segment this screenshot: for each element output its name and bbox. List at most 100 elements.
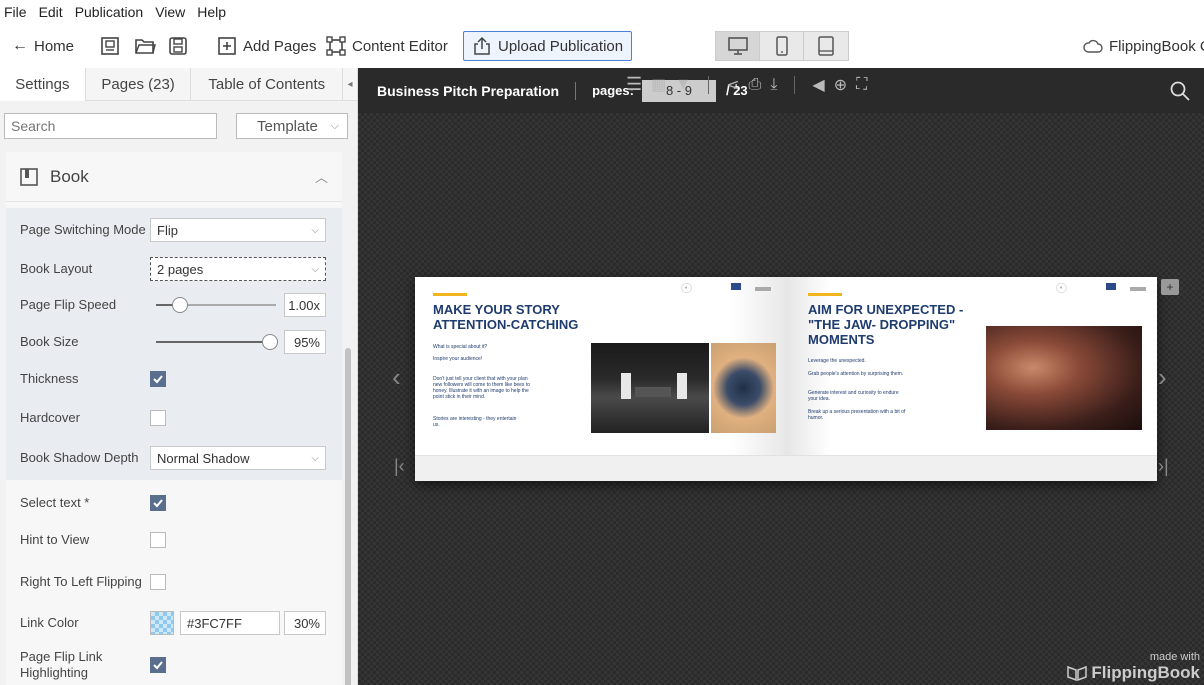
right-to-left-checkbox[interactable] bbox=[150, 574, 166, 590]
open-folder-button[interactable] bbox=[134, 32, 156, 60]
book-size-value[interactable]: 95% bbox=[284, 330, 326, 354]
search-input[interactable] bbox=[4, 113, 217, 139]
content-editor-label: Content Editor bbox=[352, 37, 448, 55]
list-icon[interactable]: ☰ bbox=[626, 74, 642, 95]
publication-title: Business Pitch Preparation bbox=[377, 82, 560, 99]
tab-settings[interactable]: Settings bbox=[0, 68, 86, 101]
sound-icon[interactable]: ◀ bbox=[812, 75, 824, 95]
checkmark-icon bbox=[153, 375, 163, 384]
setting-page-switching-mode: Page Switching Mode Flip ⌵ bbox=[6, 208, 342, 252]
notes-icon[interactable]: ▼ bbox=[675, 76, 691, 94]
upload-publication-button[interactable]: Upload Publication bbox=[463, 31, 633, 61]
setting-right-to-left: Right To Left Flipping bbox=[6, 558, 342, 606]
hardcover-label: Hardcover bbox=[20, 410, 80, 425]
table-shape bbox=[635, 387, 671, 397]
page-flip-speed-value[interactable]: 1.00x bbox=[284, 293, 326, 317]
chevron-up-icon: ︿ bbox=[314, 170, 328, 185]
zoom-in-icon[interactable]: ⊕ bbox=[834, 75, 847, 95]
thickness-checkbox[interactable] bbox=[150, 371, 166, 387]
book-size-slider[interactable] bbox=[156, 334, 278, 350]
menu-publication[interactable]: Publication bbox=[71, 4, 152, 20]
menu-edit[interactable]: Edit bbox=[35, 4, 71, 20]
made-with-badge[interactable]: made with FlippingBook bbox=[1067, 651, 1200, 683]
book-shadow-depth-select[interactable]: Normal Shadow ⌵ bbox=[150, 446, 326, 470]
book-viewer: Business Pitch Preparation pages: 8 - 9 … bbox=[358, 68, 1204, 685]
book-section-title: Book bbox=[50, 166, 89, 186]
desktop-view-button[interactable] bbox=[716, 32, 760, 60]
settings-panel: Settings Pages (23) Table of Contents ◂ … bbox=[0, 68, 358, 685]
book-settings-group: Page Switching Mode Flip ⌵ Book Layout 2… bbox=[6, 208, 342, 480]
page-flip-speed-slider[interactable] bbox=[156, 297, 276, 313]
thumbnails-icon[interactable]: ▦ bbox=[651, 75, 666, 95]
setting-select-text: Select text * bbox=[6, 484, 342, 522]
menu-view[interactable]: View bbox=[151, 4, 193, 20]
add-pages-button[interactable]: Add Pages bbox=[217, 32, 316, 60]
abstract-photo bbox=[711, 343, 776, 433]
hint-to-view-checkbox[interactable] bbox=[150, 532, 166, 548]
book-layout-select[interactable]: 2 pages ⌵ bbox=[150, 257, 326, 281]
book-shadow-depth-label: Book Shadow Depth bbox=[20, 450, 139, 465]
partner-logo bbox=[1130, 287, 1146, 291]
add-note-icon[interactable]: + bbox=[1161, 279, 1179, 295]
page-flip-link-checkbox[interactable] bbox=[150, 657, 166, 673]
upload-icon bbox=[474, 36, 490, 55]
setting-page-flip-link: Page Flip Link Highlighting bbox=[6, 640, 342, 685]
chevron-down-icon: ⌵ bbox=[330, 119, 339, 132]
tab-table-of-contents[interactable]: Table of Contents bbox=[191, 68, 344, 101]
previous-page-icon[interactable]: ‹ bbox=[392, 362, 401, 393]
tablet-view-button[interactable] bbox=[804, 32, 848, 60]
first-page-icon[interactable]: |‹ bbox=[394, 456, 405, 477]
template-select[interactable]: Template ⌵ bbox=[236, 113, 348, 139]
slider-handle[interactable] bbox=[262, 334, 278, 350]
hardcover-checkbox[interactable] bbox=[150, 410, 166, 426]
setting-link-color: Link Color #3FC7FF 30% bbox=[6, 606, 342, 640]
right-page[interactable]: ◐ AIM FOR UNEXPECTED -"THE JAW- DROPPING… bbox=[786, 277, 1157, 481]
home-button[interactable]: ← Home bbox=[12, 32, 74, 60]
menu-help[interactable]: Help bbox=[193, 4, 234, 20]
link-color-opacity[interactable]: 30% bbox=[284, 611, 326, 635]
banner-shape bbox=[677, 373, 687, 399]
left-page-text-4: Stories are interesting - they entertain… bbox=[433, 416, 517, 428]
publication-icon bbox=[101, 37, 119, 55]
download-icon[interactable]: ⤓ bbox=[770, 76, 777, 94]
book-section-header[interactable]: Book ︿ bbox=[6, 152, 342, 202]
eu-flag-icon bbox=[1106, 283, 1116, 290]
panel-scrollbar[interactable] bbox=[345, 348, 351, 685]
setting-book-layout: Book Layout 2 pages ⌵ bbox=[6, 252, 342, 286]
fullscreen-icon[interactable]: ⛶ bbox=[856, 76, 867, 94]
book-layout-value: 2 pages bbox=[157, 261, 204, 277]
link-color-swatch[interactable] bbox=[150, 611, 174, 635]
tab-pages[interactable]: Pages (23) bbox=[86, 68, 192, 101]
save-icon-button[interactable] bbox=[100, 32, 120, 60]
menu-file[interactable]: File bbox=[0, 4, 35, 20]
left-page[interactable]: ◐ MAKE YOUR STORY ATTENTION-CATCHING Wha… bbox=[415, 277, 786, 481]
eu-flag-icon bbox=[731, 283, 741, 290]
phone-view-button[interactable] bbox=[760, 32, 804, 60]
last-page-icon[interactable]: ›| bbox=[1158, 456, 1169, 477]
brand-name: FlippingBook bbox=[1091, 663, 1200, 682]
setting-hardcover: Hardcover bbox=[6, 398, 342, 438]
cloud-button[interactable]: FlippingBook Cl bbox=[1083, 32, 1204, 60]
search-icon[interactable] bbox=[1170, 81, 1190, 101]
select-text-checkbox[interactable] bbox=[150, 495, 166, 511]
tab-scroll-left-icon[interactable]: ◂ bbox=[343, 68, 357, 100]
arrow-left-icon: ← bbox=[12, 37, 28, 54]
page-switching-mode-select[interactable]: Flip ⌵ bbox=[150, 218, 326, 242]
chevron-down-icon: ⌵ bbox=[311, 263, 319, 275]
save-button[interactable] bbox=[168, 32, 188, 60]
next-page-icon[interactable]: › bbox=[1158, 362, 1167, 393]
link-color-hex[interactable]: #3FC7FF bbox=[180, 611, 280, 635]
page-flip-link-label: Page Flip Link Highlighting bbox=[20, 649, 103, 680]
right-to-left-label: Right To Left Flipping bbox=[20, 574, 142, 589]
menu-bar: File Edit Publication View Help bbox=[0, 0, 1204, 24]
page-footer bbox=[786, 455, 1157, 481]
book-spread[interactable]: ◐ MAKE YOUR STORY ATTENTION-CATCHING Wha… bbox=[415, 277, 1157, 481]
page-footer bbox=[415, 455, 786, 481]
thickness-label: Thickness bbox=[20, 371, 79, 386]
print-icon[interactable]: ⎙ bbox=[749, 76, 762, 94]
content-editor-button[interactable]: Content Editor bbox=[326, 32, 448, 60]
setting-thickness: Thickness bbox=[6, 360, 342, 398]
share-icon[interactable]: ⋖ bbox=[726, 75, 739, 95]
slider-handle[interactable] bbox=[172, 297, 188, 313]
book-layout-label: Book Layout bbox=[20, 261, 93, 276]
